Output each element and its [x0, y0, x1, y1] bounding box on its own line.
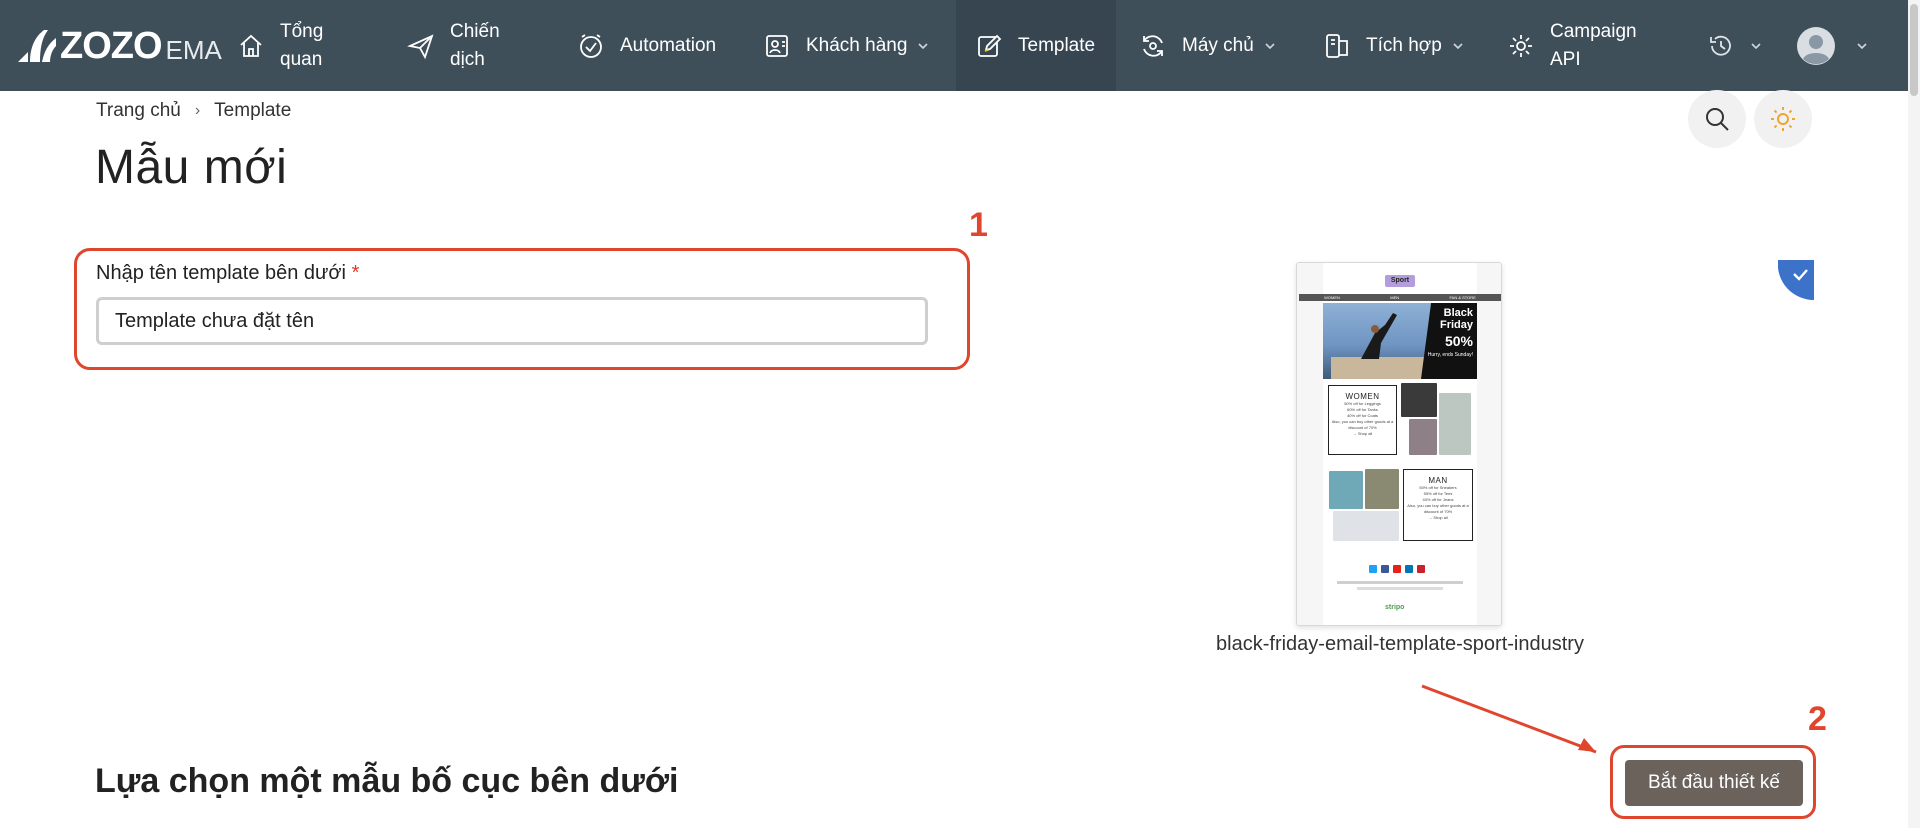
zozo-ema-logo[interactable]: ZOZO EMA — [14, 22, 222, 70]
preview-photo — [1401, 383, 1437, 417]
integration-icon — [1322, 31, 1352, 61]
chevron-down-icon — [1751, 42, 1761, 49]
breadcrumb-home[interactable]: Trang chủ — [96, 100, 181, 122]
template-name-label: Nhập tên template bên dưới * — [96, 262, 359, 285]
preview-man-heading: MAN — [1428, 476, 1448, 485]
preview-line: → Shop all — [1428, 515, 1448, 520]
send-icon — [406, 31, 436, 61]
breadcrumb: Trang chủ › Template — [96, 100, 291, 122]
pinterest-icon — [1417, 565, 1425, 573]
nav-automation-label: Automation — [620, 34, 717, 56]
annotation-number-1: 1 — [969, 206, 988, 244]
selected-check-badge — [1778, 260, 1814, 301]
preview-photo — [1365, 469, 1399, 509]
contacts-icon — [762, 31, 792, 61]
nav-campaign[interactable]: Chiến dịch — [406, 0, 500, 91]
nav-servers[interactable]: Máy chủ — [1138, 0, 1276, 91]
page-scrollbar[interactable] — [1908, 0, 1920, 828]
annotation-number-2: 2 — [1808, 700, 1827, 738]
breadcrumb-separator: › — [194, 102, 201, 119]
clock-check-icon — [576, 31, 606, 61]
preview-menu-item: WOMEN — [1324, 295, 1340, 300]
edit-icon — [974, 31, 1004, 61]
youtube-icon — [1393, 565, 1401, 573]
preview-women-box: WOMEN 50% off for Leggings 60% off for T… — [1328, 385, 1397, 455]
scrollbar-thumb[interactable] — [1910, 4, 1918, 96]
facebook-icon — [1381, 565, 1389, 573]
nav-customers[interactable]: Khách hàng — [762, 0, 929, 91]
preview-brand: Sport — [1385, 275, 1415, 287]
nav-integration-label: Tích hợp — [1366, 34, 1442, 56]
start-design-button[interactable]: Bắt đầu thiết kế — [1625, 760, 1803, 806]
nav-template-label: Template — [1018, 34, 1096, 56]
chevron-down-icon — [1265, 42, 1275, 49]
twitter-icon — [1369, 565, 1377, 573]
search-button[interactable] — [1688, 90, 1746, 148]
preview-hero-line2: Friday — [1439, 319, 1473, 331]
preview-line: Also, you can buy other goods at a disco… — [1407, 503, 1469, 514]
preview-photo — [1329, 471, 1363, 509]
nav-integration[interactable]: Tích hợp — [1322, 0, 1464, 91]
preview-line: Also, you can buy other goods at a disco… — [1331, 419, 1394, 430]
nav-overview[interactable]: Tổng quan — [236, 0, 323, 91]
preview-hero-note: Hurry, ends Sunday! — [1427, 352, 1473, 358]
logo-text: ZOZO — [60, 24, 163, 67]
breadcrumb-current: Template — [214, 100, 292, 121]
preview-photo — [1409, 419, 1437, 455]
gear-api-icon — [1506, 31, 1536, 61]
preview-man-box: MAN 50% off for Sneakers 55% off for Tee… — [1403, 469, 1473, 541]
preview-menu-item: MEN — [1390, 295, 1400, 300]
avatar — [1797, 26, 1835, 65]
home-icon — [236, 31, 266, 61]
top-navbar: ZOZO EMA Tổng quan Chiến dịch Automation… — [0, 0, 1920, 91]
history-menu[interactable] — [1706, 0, 1762, 91]
nav-campaign-api[interactable]: Campaign API — [1506, 0, 1637, 91]
nav-customers-label: Khách hàng — [806, 34, 908, 56]
preview-photo — [1439, 393, 1471, 455]
preview-hero-discount: 50% — [1444, 333, 1473, 349]
user-menu[interactable] — [1796, 0, 1868, 91]
history-icon — [1706, 31, 1736, 61]
theme-toggle-button[interactable] — [1754, 90, 1812, 148]
template-name-caption: black-friday-email-template-sport-indust… — [1216, 633, 1584, 655]
annotation-arrow — [1421, 684, 1597, 754]
preview-line: → Shop all — [1352, 431, 1373, 436]
template-thumbnail: Sport WOMEN MEN FAN & STORE Black Friday… — [1297, 263, 1501, 625]
required-mark: * — [351, 262, 360, 284]
logo-mark-icon — [18, 30, 56, 62]
athlete-photo — [1331, 313, 1431, 379]
nav-servers-label: Máy chủ — [1182, 34, 1254, 56]
preview-menu-item: FAN & STORE — [1449, 295, 1476, 300]
sun-icon — [1771, 107, 1795, 131]
template-name-label-text: Nhập tên template bên dưới — [96, 262, 346, 284]
preview-women-heading: WOMEN — [1345, 392, 1380, 401]
nav-campaign-label: Chiến dịch — [450, 20, 500, 70]
chevron-down-icon — [918, 42, 928, 49]
nav-overview-label: Tổng quan — [280, 20, 324, 70]
preview-photo — [1333, 511, 1399, 541]
template-preview-card[interactable]: Sport WOMEN MEN FAN & STORE Black Friday… — [1296, 262, 1502, 626]
chevron-down-icon — [1857, 42, 1867, 49]
template-name-input[interactable] — [96, 297, 928, 345]
preview-menu: WOMEN MEN FAN & STORE — [1299, 294, 1501, 301]
page-title: Mẫu mới — [95, 141, 288, 194]
preview-footer-brand: stripo — [1385, 604, 1405, 611]
logo-sub: EMA — [165, 34, 222, 65]
nav-campaign-api-label: Campaign API — [1550, 20, 1637, 70]
search-icon — [1706, 108, 1729, 131]
linkedin-icon — [1405, 565, 1413, 573]
choose-layout-heading: Lựa chọn một mẫu bố cục bên dưới — [95, 762, 679, 800]
preview-hero-banner: Black Friday 50% Hurry, ends Sunday! — [1323, 303, 1477, 379]
nav-automation[interactable]: Automation — [576, 0, 716, 91]
chevron-down-icon — [1453, 42, 1463, 49]
sync-icon — [1138, 31, 1168, 61]
nav-template[interactable]: Template — [956, 0, 1116, 91]
